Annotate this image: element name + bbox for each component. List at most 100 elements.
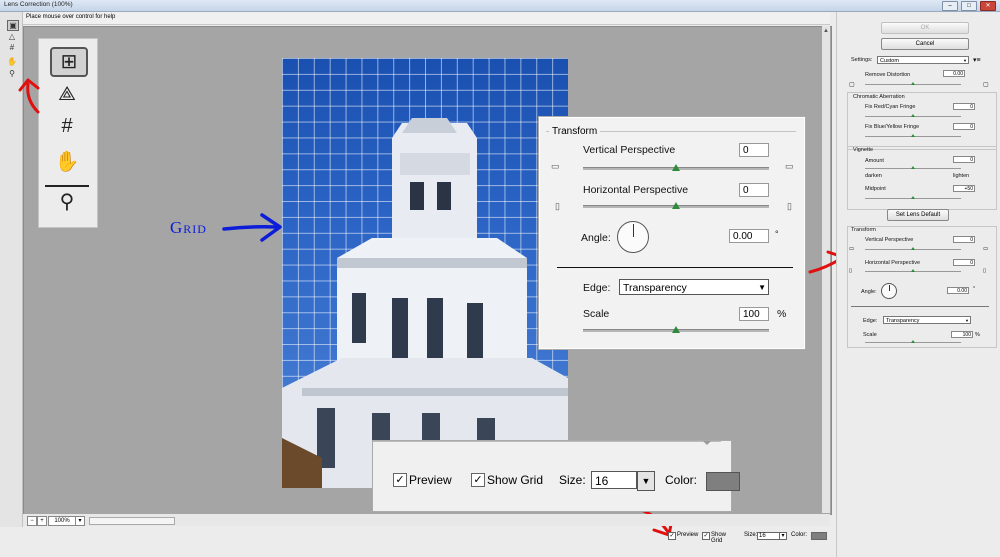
zoomed-preview-options: ✓ Preview ✓ Show Grid Size: 16 ▼ Color:: [372, 440, 740, 512]
scale-field-small[interactable]: 100: [951, 331, 973, 338]
transform-divider-small: [851, 306, 989, 307]
hand-icon[interactable]: ✋: [50, 149, 84, 175]
scale-field[interactable]: 100: [739, 307, 769, 321]
zoom-icon[interactable]: ⚲: [7, 69, 17, 78]
midpoint-label: Midpoint: [865, 186, 886, 192]
vertical-perspective-slider[interactable]: [583, 164, 769, 171]
remove-distortion-icon[interactable]: ▣: [7, 20, 19, 31]
perspective-left-icon: ▯: [555, 201, 560, 211]
amount-field[interactable]: 0: [953, 156, 975, 163]
show-grid-label: Show Grid: [487, 473, 544, 487]
show-grid-checkbox-small[interactable]: ✓: [702, 532, 710, 540]
blue-yellow-label: Fix Blue/Yellow Fringe: [865, 124, 920, 130]
minimize-button[interactable]: –: [942, 1, 958, 11]
ok-button[interactable]: OK: [881, 22, 969, 34]
red-cyan-field[interactable]: 0: [953, 103, 975, 110]
vertical-perspective-thumb[interactable]: [672, 164, 680, 171]
size-dropdown-small[interactable]: ▾: [779, 532, 787, 540]
maximize-button[interactable]: □: [961, 1, 977, 11]
grid-color-swatch[interactable]: [706, 472, 740, 491]
chevron-down-icon: ▼: [965, 318, 969, 323]
preview-divider: [373, 441, 721, 445]
hand-icon[interactable]: ✋: [7, 57, 17, 66]
blue-yellow-slider[interactable]: [865, 134, 961, 137]
size-dropdown-button[interactable]: ▼: [637, 471, 655, 491]
perspective-up-icon-small: ▭: [983, 246, 989, 252]
remove-distortion-field[interactable]: 0.00: [943, 70, 965, 77]
straighten-icon[interactable]: ⟁: [50, 81, 84, 107]
chevron-down-icon: ▼: [963, 58, 967, 63]
zoom-level-field[interactable]: 100%: [48, 516, 76, 526]
preview-checkbox[interactable]: ✓: [393, 473, 407, 487]
preview-label-small: Preview: [677, 532, 699, 538]
edge-label: Edge:: [583, 282, 611, 294]
size-select-small[interactable]: 16: [757, 532, 780, 540]
scale-thumb[interactable]: [672, 326, 680, 333]
vertical-perspective-thumb-small[interactable]: [911, 247, 915, 250]
close-button[interactable]: ✕: [980, 1, 996, 11]
red-cyan-slider[interactable]: [865, 114, 961, 117]
color-label-small: Color:: [791, 532, 808, 538]
amount-thumb[interactable]: [911, 166, 915, 169]
red-cyan-thumb[interactable]: [911, 114, 915, 117]
zoom-icon[interactable]: ⚲: [50, 189, 84, 215]
midpoint-thumb[interactable]: [911, 196, 915, 199]
cancel-button[interactable]: Cancel: [881, 38, 969, 50]
angle-field[interactable]: 0.00: [729, 229, 769, 243]
move-grid-icon[interactable]: #: [7, 43, 17, 52]
scale-thumb-small[interactable]: [911, 340, 915, 343]
angle-field-small[interactable]: 0.00: [947, 287, 969, 294]
angle-dial-small[interactable]: [881, 283, 897, 299]
midpoint-field[interactable]: +50: [953, 185, 975, 192]
vertical-scrollbar[interactable]: ▲: [822, 26, 830, 513]
grid-color-swatch-small[interactable]: [811, 532, 827, 540]
straighten-icon[interactable]: △: [7, 32, 17, 41]
midpoint-slider[interactable]: [865, 196, 961, 199]
vertical-perspective-slider-small[interactable]: [865, 247, 961, 250]
angle-dial[interactable]: [617, 221, 649, 253]
tool-strip: ▣ △ # ✋ ⚲: [0, 12, 23, 527]
darken-label: darken: [865, 173, 882, 179]
edge-select[interactable]: Transparency ▼: [619, 279, 769, 295]
remove-distortion-icon[interactable]: ⊞: [50, 47, 88, 77]
blue-yellow-field[interactable]: 0: [953, 123, 975, 130]
vertical-perspective-field[interactable]: 0: [739, 143, 769, 157]
vertical-perspective-field-small[interactable]: 0: [953, 236, 975, 243]
remove-distortion-label: Remove Distortion: [865, 72, 911, 78]
horizontal-perspective-thumb[interactable]: [672, 202, 680, 209]
remove-distortion-thumb[interactable]: [911, 82, 915, 85]
preview-checkbox-small[interactable]: ✓: [668, 532, 676, 540]
set-lens-default-button[interactable]: Set Lens Default: [887, 209, 949, 221]
scale-slider-small[interactable]: [865, 340, 961, 343]
zoom-out-button[interactable]: −: [27, 516, 37, 526]
horizontal-perspective-slider[interactable]: [583, 202, 769, 209]
window-title: Lens Correction (100%): [4, 1, 73, 8]
horizontal-perspective-field[interactable]: 0: [739, 183, 769, 197]
vertical-perspective-label-small: Vertical Perspective: [865, 237, 914, 243]
horizontal-perspective-thumb-small[interactable]: [911, 269, 915, 272]
chevron-down-icon: ▼: [758, 283, 766, 292]
scroll-up-icon[interactable]: ▲: [823, 28, 829, 34]
edge-select-small[interactable]: Transparency ▼: [883, 316, 971, 324]
scale-slider[interactable]: [583, 326, 769, 333]
settings-select[interactable]: Custom ▼: [877, 56, 969, 64]
size-select[interactable]: 16: [591, 471, 637, 489]
vertical-perspective-label: Vertical Perspective: [583, 144, 676, 156]
zoom-dropdown[interactable]: ▾: [75, 516, 85, 526]
horizontal-scrollbar[interactable]: [89, 517, 175, 525]
amount-slider[interactable]: [865, 166, 961, 169]
move-grid-icon[interactable]: #: [50, 113, 84, 139]
zoom-in-button[interactable]: +: [37, 516, 47, 526]
window-controls: – □ ✕: [942, 1, 996, 11]
help-text: Place mouse over control for help: [26, 14, 116, 20]
horizontal-perspective-slider-small[interactable]: [865, 269, 961, 272]
horizontal-perspective-field-small[interactable]: 0: [953, 259, 975, 266]
zoomed-tool-panel: ⊞ ⟁ # ✋ ⚲: [38, 38, 98, 228]
horizontal-perspective-label-small: Horizontal Perspective: [865, 260, 921, 266]
settings-menu-icon[interactable]: ▾≡: [973, 56, 981, 64]
remove-distortion-slider[interactable]: [865, 82, 961, 85]
preview-label: Preview: [409, 473, 452, 487]
blue-yellow-thumb[interactable]: [911, 134, 915, 137]
show-grid-checkbox[interactable]: ✓: [471, 473, 485, 487]
perspective-down-icon: ▭: [551, 161, 560, 171]
